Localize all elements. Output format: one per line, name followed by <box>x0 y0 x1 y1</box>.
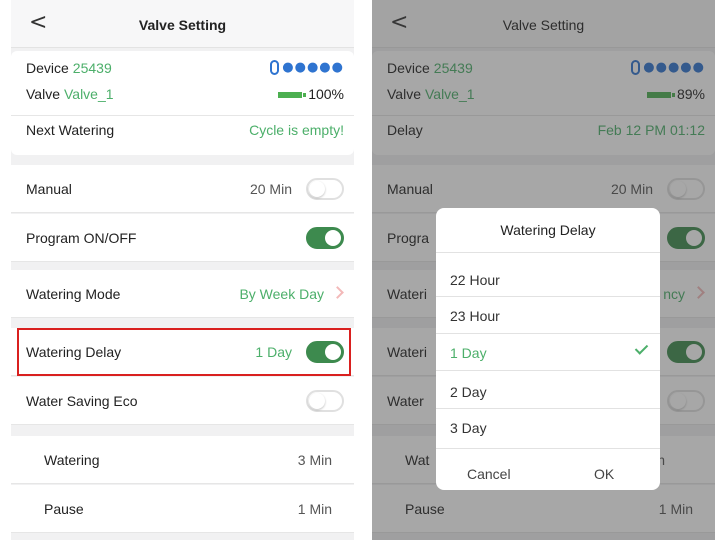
valve-setting-screen-left: < Valve Setting Device 25439 ●●●●● Valve V… <box>11 0 354 540</box>
checkmark-icon <box>634 341 649 355</box>
bluetooth-icon <box>270 59 280 75</box>
device-info-card: Device 25439 ●●●●● Valve Valve_1 100% Next… <box>11 51 354 155</box>
divider <box>436 333 660 334</box>
water-saving-eco-label: Water Saving Eco <box>26 393 138 409</box>
watering-mode-row[interactable]: Watering Mode By Week Day <box>11 270 354 318</box>
manual-label: Manual <box>26 181 72 197</box>
signal-indicator: ●●●●● <box>270 58 344 75</box>
option-2-day[interactable]: 2 Day <box>450 384 487 400</box>
device-line: Device 25439 <box>26 60 112 76</box>
manual-value: 20 Min <box>249 181 292 197</box>
eco-pause-value: 1 Min <box>297 501 332 517</box>
eco-watering-value: 3 Min <box>297 452 332 468</box>
battery-indicator: 100% <box>278 86 344 102</box>
eco-pause-label: Pause <box>44 501 84 517</box>
battery-icon <box>278 92 307 99</box>
next-watering-label: Next Watering <box>26 122 115 138</box>
divider <box>436 408 660 409</box>
watering-delay-dialog: Watering Delay 22 Hour 23 Hour 1 Day 2 D… <box>436 208 660 490</box>
option-22-hour[interactable]: 22 Hour <box>450 272 500 288</box>
valve-setting-screen-right: < Valve Setting Device 25439 ●●●●● Valve V… <box>372 0 715 540</box>
divider <box>436 252 660 253</box>
device-label: Device <box>26 60 69 76</box>
eco-watering-label: Watering <box>44 452 100 468</box>
option-23-hour[interactable]: 23 Hour <box>450 308 500 324</box>
program-toggle[interactable] <box>306 227 344 249</box>
divider <box>436 370 660 371</box>
divider <box>436 296 660 297</box>
toggle-knob <box>325 230 341 246</box>
manual-row[interactable]: Manual 20 Min <box>11 165 354 213</box>
valve-value: Valve_1 <box>63 86 114 102</box>
signal-dots: ●●●●● <box>282 59 344 75</box>
next-watering-value: Cycle is empty! <box>249 122 344 138</box>
manual-toggle[interactable] <box>306 178 344 200</box>
divider <box>436 448 660 449</box>
ok-button[interactable]: OK <box>594 466 614 482</box>
page-title: Valve Setting <box>138 17 227 33</box>
valve-label: Valve <box>26 86 60 102</box>
cancel-button[interactable]: Cancel <box>467 466 511 482</box>
eco-pause-row[interactable]: Pause 1 Min <box>11 485 354 533</box>
toggle-knob <box>309 393 325 409</box>
program-label: Program ON/OFF <box>26 230 137 246</box>
highlight-box <box>17 328 351 376</box>
toggle-knob <box>309 181 325 197</box>
option-1-day[interactable]: 1 Day <box>450 345 487 361</box>
eco-toggle[interactable] <box>306 390 344 412</box>
dialog-title: Watering Delay <box>500 222 596 238</box>
device-value: 25439 <box>72 60 112 76</box>
chevron-right-icon <box>331 286 344 299</box>
watering-mode-label: Watering Mode <box>26 286 121 302</box>
watering-mode-value: By Week Day <box>239 286 324 302</box>
option-3-day[interactable]: 3 Day <box>450 420 487 436</box>
divider <box>11 115 354 116</box>
battery-level: 100% <box>308 86 344 102</box>
eco-watering-row[interactable]: Watering 3 Min <box>11 436 354 484</box>
program-row[interactable]: Program ON/OFF <box>11 214 354 262</box>
water-saving-eco-row[interactable]: Water Saving Eco <box>11 377 354 425</box>
valve-line: Valve Valve_1 <box>26 86 114 102</box>
navbar: < Valve Setting <box>11 0 354 48</box>
